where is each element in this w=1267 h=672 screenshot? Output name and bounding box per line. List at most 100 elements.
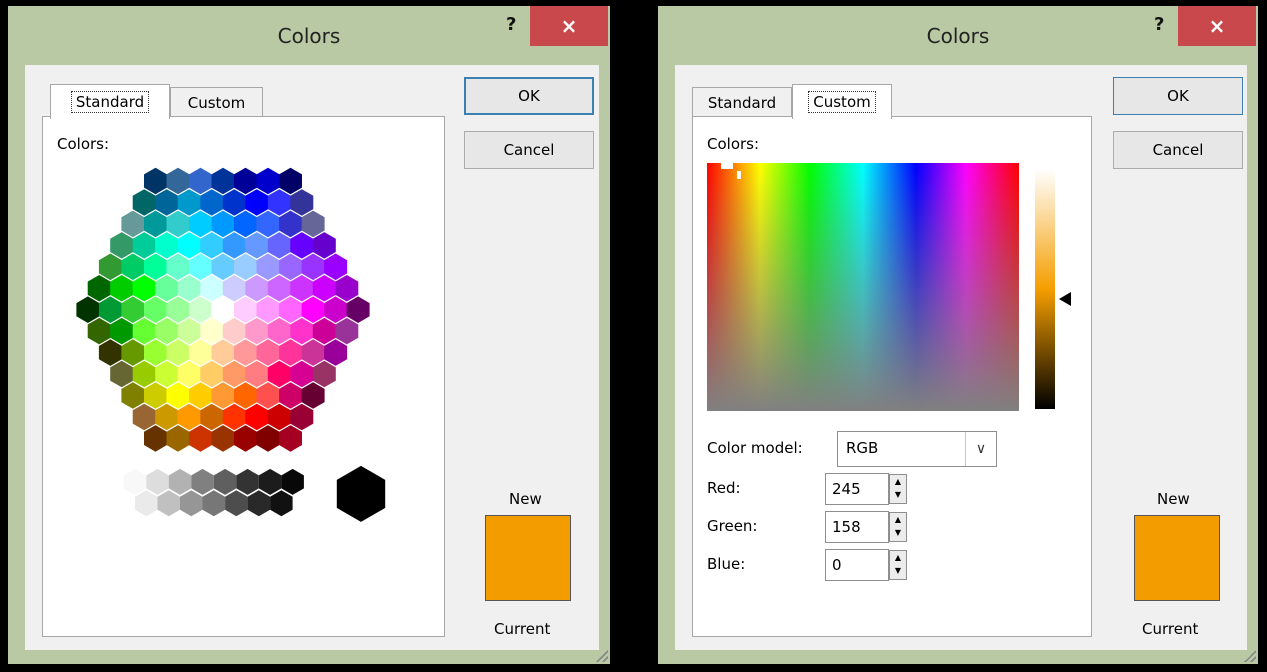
cancel-button[interactable]: Cancel bbox=[1113, 131, 1243, 169]
hex-swatch[interactable] bbox=[166, 425, 190, 452]
hex-swatch[interactable] bbox=[166, 210, 190, 238]
hex-swatch[interactable] bbox=[211, 210, 235, 238]
resize-grip[interactable] bbox=[596, 650, 608, 662]
hex-swatch[interactable] bbox=[256, 339, 280, 366]
gray-swatch[interactable] bbox=[135, 490, 158, 517]
hex-swatch[interactable] bbox=[267, 189, 291, 216]
hex-swatch[interactable] bbox=[324, 296, 348, 323]
hex-swatch[interactable] bbox=[256, 382, 280, 409]
gray-swatch[interactable] bbox=[236, 468, 259, 495]
hex-swatch[interactable] bbox=[222, 232, 246, 259]
hex-swatch[interactable] bbox=[132, 189, 156, 216]
hex-swatch[interactable] bbox=[245, 317, 269, 345]
hex-swatch[interactable] bbox=[211, 296, 235, 323]
hex-swatch[interactable] bbox=[155, 275, 179, 302]
hex-swatch[interactable] bbox=[98, 253, 122, 281]
blue-stepper[interactable]: ▲ ▼ bbox=[889, 550, 907, 580]
resize-grip[interactable] bbox=[1244, 650, 1256, 662]
hex-swatch[interactable] bbox=[98, 296, 122, 323]
hex-swatch[interactable] bbox=[166, 382, 190, 409]
luminance-slider[interactable] bbox=[1035, 169, 1055, 409]
hex-swatch[interactable] bbox=[279, 167, 302, 195]
hex-swatch[interactable] bbox=[155, 232, 179, 259]
hex-swatch[interactable] bbox=[211, 382, 235, 409]
hex-swatch[interactable] bbox=[301, 296, 325, 323]
hex-swatch[interactable] bbox=[177, 232, 201, 259]
hex-swatch[interactable] bbox=[155, 317, 179, 345]
hex-swatch[interactable] bbox=[234, 253, 257, 281]
hex-swatch[interactable] bbox=[324, 339, 348, 366]
gray-swatch[interactable] bbox=[191, 468, 214, 495]
hex-swatch[interactable] bbox=[267, 360, 291, 388]
gray-swatch[interactable] bbox=[168, 468, 192, 495]
hex-swatch[interactable] bbox=[144, 339, 167, 366]
help-button[interactable]: ? bbox=[506, 14, 516, 35]
color-spectrum-picker[interactable] bbox=[707, 163, 1019, 411]
hex-swatch[interactable] bbox=[110, 275, 134, 302]
hex-swatch[interactable] bbox=[279, 210, 302, 238]
hex-swatch[interactable] bbox=[144, 425, 167, 452]
help-button[interactable]: ? bbox=[1154, 14, 1164, 35]
hex-swatch[interactable] bbox=[290, 360, 314, 388]
gray-swatch[interactable] bbox=[258, 468, 282, 495]
gray-swatch[interactable] bbox=[146, 468, 169, 495]
hex-swatch[interactable] bbox=[234, 425, 257, 452]
gray-swatch[interactable] bbox=[247, 490, 271, 517]
hex-swatch[interactable] bbox=[98, 339, 122, 366]
hex-swatch[interactable] bbox=[132, 232, 156, 259]
hex-swatch[interactable] bbox=[189, 296, 212, 323]
gray-swatch[interactable] bbox=[180, 490, 203, 517]
hex-swatch[interactable] bbox=[312, 232, 336, 259]
hex-swatch[interactable] bbox=[110, 317, 134, 345]
hex-swatch[interactable] bbox=[335, 317, 359, 345]
luminance-pointer-icon[interactable] bbox=[1059, 291, 1073, 307]
hex-swatch[interactable] bbox=[177, 275, 201, 302]
hex-swatch[interactable] bbox=[189, 339, 212, 366]
hex-swatch[interactable] bbox=[234, 382, 257, 409]
hex-swatch[interactable] bbox=[301, 210, 325, 238]
hex-swatch[interactable] bbox=[144, 253, 167, 281]
hex-swatch[interactable] bbox=[234, 210, 257, 238]
hex-swatch[interactable] bbox=[166, 167, 190, 195]
ok-button[interactable]: OK bbox=[464, 77, 594, 115]
hex-swatch[interactable] bbox=[279, 296, 302, 323]
hex-swatch[interactable] bbox=[189, 425, 212, 452]
hex-swatch[interactable] bbox=[279, 382, 302, 409]
hex-swatch[interactable] bbox=[279, 253, 302, 281]
hex-swatch[interactable] bbox=[312, 275, 336, 302]
hex-swatch[interactable] bbox=[256, 296, 280, 323]
hex-swatch[interactable] bbox=[87, 275, 111, 302]
gray-swatch[interactable] bbox=[202, 490, 226, 517]
hex-swatch[interactable] bbox=[189, 253, 212, 281]
gray-swatch[interactable] bbox=[123, 468, 147, 495]
hex-swatch[interactable] bbox=[301, 253, 325, 281]
green-input[interactable]: 158 bbox=[825, 511, 889, 543]
hex-swatch[interactable] bbox=[245, 360, 269, 388]
tab-custom[interactable]: Custom bbox=[792, 84, 892, 119]
hex-swatch[interactable] bbox=[267, 317, 291, 345]
hex-swatch[interactable] bbox=[121, 339, 145, 366]
hex-swatch[interactable] bbox=[234, 296, 257, 323]
hex-swatch[interactable] bbox=[200, 360, 224, 388]
hex-swatch[interactable] bbox=[155, 360, 179, 388]
hex-swatch[interactable] bbox=[222, 403, 246, 431]
hex-swatch[interactable] bbox=[234, 339, 257, 366]
hex-swatch[interactable] bbox=[132, 360, 156, 388]
hex-swatch[interactable] bbox=[121, 382, 145, 409]
hex-swatch[interactable] bbox=[166, 296, 190, 323]
hex-swatch[interactable] bbox=[87, 317, 111, 345]
hex-swatch[interactable] bbox=[324, 253, 348, 281]
hex-swatch[interactable] bbox=[290, 275, 314, 302]
hex-swatch[interactable] bbox=[166, 253, 190, 281]
hex-swatch[interactable] bbox=[200, 189, 224, 216]
hex-swatch[interactable] bbox=[200, 275, 224, 302]
hex-swatch[interactable] bbox=[144, 296, 167, 323]
hex-swatch[interactable] bbox=[177, 317, 201, 345]
hex-swatch[interactable] bbox=[132, 275, 156, 302]
hex-swatch[interactable] bbox=[234, 167, 257, 195]
hex-swatch[interactable] bbox=[189, 167, 212, 195]
hex-swatch[interactable] bbox=[132, 317, 156, 345]
hex-swatch[interactable] bbox=[279, 425, 302, 452]
hex-swatch[interactable] bbox=[312, 317, 336, 345]
red-stepper[interactable]: ▲ ▼ bbox=[889, 474, 907, 504]
